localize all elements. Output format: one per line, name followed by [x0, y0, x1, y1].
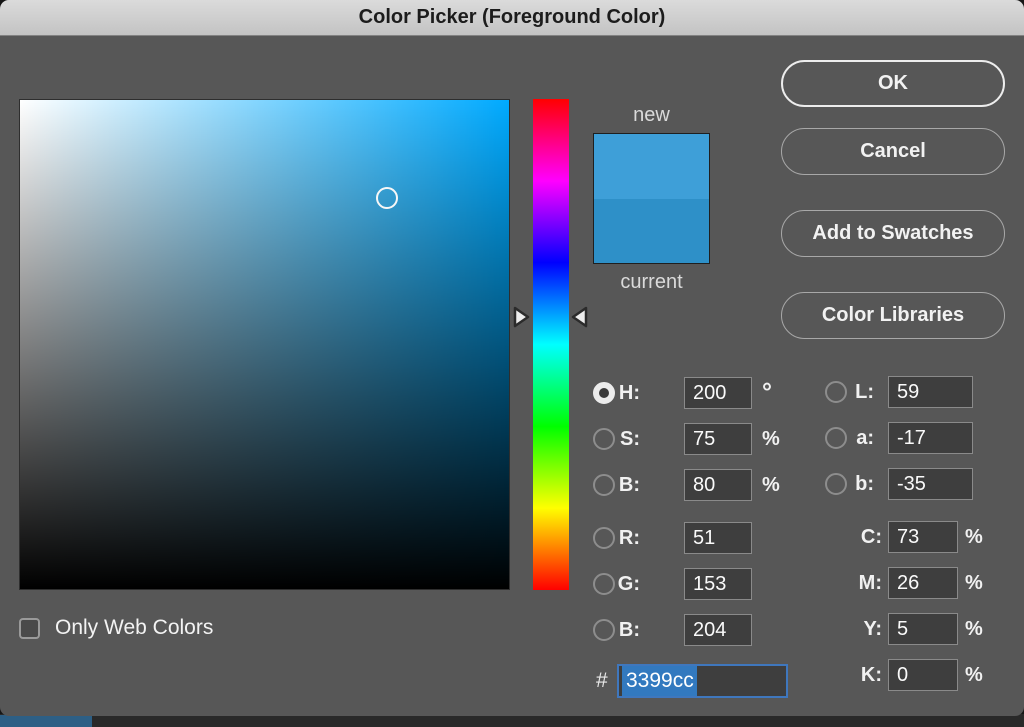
field-row-hue: H: ° [593, 377, 803, 409]
current-color-label: current [593, 271, 710, 294]
yellow-input[interactable] [888, 613, 958, 645]
magenta-input[interactable] [888, 567, 958, 599]
cyan-label: C: [839, 521, 882, 553]
brightness-input[interactable] [684, 469, 752, 501]
ok-button[interactable]: OK [781, 60, 1005, 107]
cyan-input[interactable] [888, 521, 958, 553]
yellow-label: Y: [839, 613, 882, 645]
lab-a-input[interactable] [888, 422, 973, 454]
magenta-unit: % [965, 567, 983, 599]
field-row-brightness: B: % [593, 469, 803, 501]
field-row-cyan: C: % [825, 521, 1005, 553]
red-input[interactable] [684, 522, 752, 554]
field-row-magenta: M: % [825, 567, 1005, 599]
yellow-unit: % [965, 613, 983, 645]
new-color-swatch [594, 134, 709, 199]
brightness-unit: % [762, 469, 780, 501]
black-unit: % [965, 659, 983, 691]
black-label: K: [839, 659, 882, 691]
hue-label: H: [612, 377, 640, 409]
color-libraries-button[interactable]: Color Libraries [781, 292, 1005, 339]
hex-row: # 3399cc [593, 664, 803, 698]
hex-selected-text: 3399cc [622, 666, 697, 696]
hue-slider-handle-right[interactable] [570, 304, 590, 330]
add-to-swatches-button[interactable]: Add to Swatches [781, 210, 1005, 257]
background-app-fragment [0, 715, 92, 727]
field-row-lab-b: b: [825, 468, 1005, 500]
brightness-label: B: [612, 469, 640, 501]
hue-slider-handle-left[interactable] [511, 304, 531, 330]
field-row-blue: B: [593, 614, 803, 646]
field-row-yellow: Y: % [825, 613, 1005, 645]
lab-a-label: a: [839, 422, 874, 454]
color-marker[interactable] [376, 187, 398, 209]
green-label: G: [612, 568, 640, 600]
field-row-black: K: % [825, 659, 1005, 691]
dialog-title: Color Picker (Foreground Color) [359, 6, 666, 29]
magenta-label: M: [839, 567, 882, 599]
field-row-lab-a: a: [825, 422, 1005, 454]
cancel-button[interactable]: Cancel [781, 128, 1005, 175]
lab-b-label: b: [839, 468, 874, 500]
hex-input[interactable]: 3399cc [617, 664, 788, 698]
blue-input[interactable] [684, 614, 752, 646]
lab-b-input[interactable] [888, 468, 973, 500]
saturation-input[interactable] [684, 423, 752, 455]
color-picker-dialog: Color Picker (Foreground Color) new curr… [0, 0, 1024, 716]
black-input[interactable] [888, 659, 958, 691]
saturation-unit: % [762, 423, 780, 455]
field-row-saturation: S: % [593, 423, 803, 455]
color-comparison-swatch [593, 133, 710, 264]
red-label: R: [612, 522, 640, 554]
hue-slider[interactable] [533, 99, 569, 590]
field-row-red: R: [593, 522, 803, 554]
hex-prefix: # [596, 664, 608, 698]
saturation-label: S: [612, 423, 640, 455]
cyan-unit: % [965, 521, 983, 553]
lab-l-label: L: [839, 376, 874, 408]
current-color-swatch [594, 199, 709, 264]
field-row-green: G: [593, 568, 803, 600]
only-web-colors-label: Only Web Colors [55, 615, 213, 641]
new-color-label: new [593, 104, 710, 127]
triangle-right-icon [511, 304, 531, 330]
triangle-left-icon [570, 304, 590, 330]
hue-input[interactable] [684, 377, 752, 409]
field-row-lab-l: L: [825, 376, 1005, 408]
blue-label: B: [612, 614, 640, 646]
green-input[interactable] [684, 568, 752, 600]
lab-l-input[interactable] [888, 376, 973, 408]
only-web-colors-checkbox[interactable] [19, 618, 40, 639]
saturation-brightness-field[interactable] [19, 99, 510, 590]
hue-unit: ° [762, 377, 772, 407]
dialog-titlebar[interactable]: Color Picker (Foreground Color) [0, 0, 1024, 36]
